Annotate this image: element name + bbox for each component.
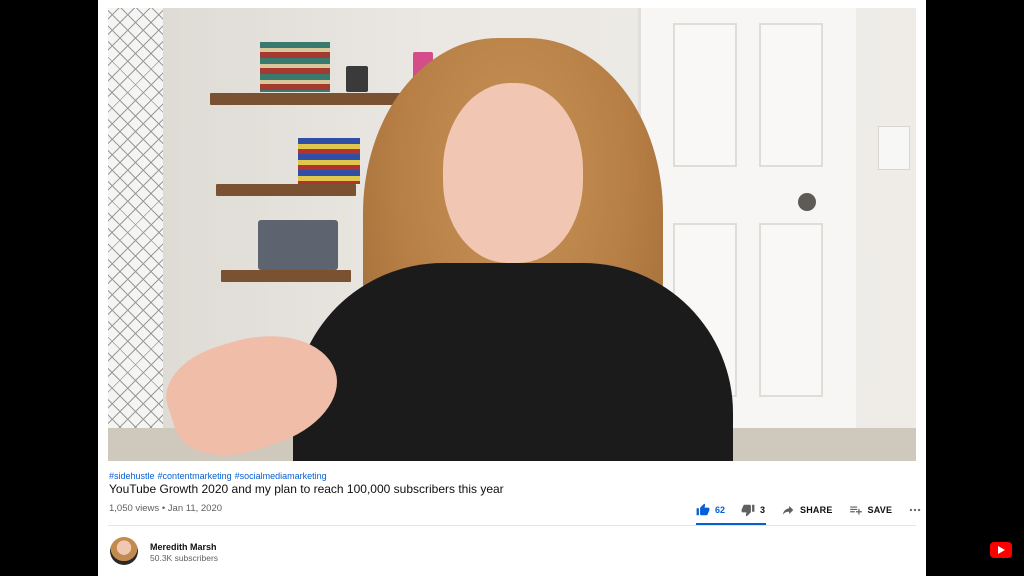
action-bar: 62 3 SHARE SAVE [696,500,926,520]
hashtag-list: #sidehustle #contentmarketing #socialmedia… [109,471,330,481]
save-button[interactable]: SAVE [849,503,893,517]
like-button[interactable]: 62 [696,503,725,517]
view-count: 1,050 views [109,503,160,514]
meta-separator: • [161,503,166,514]
shelf-middle [216,184,356,196]
share-arrow-icon [782,505,794,515]
more-actions-button[interactable] [908,503,926,517]
playlist-add-icon [849,506,862,515]
book-stack-2 [298,138,360,184]
jar [346,66,368,92]
share-label: SHARE [800,505,833,515]
book-stack [260,42,330,92]
dislike-count: 3 [760,505,766,515]
upload-date: Jan 11, 2020 [167,503,223,514]
presenter-sweater [293,263,733,461]
shelf-top [210,93,415,105]
watch-page: #sidehustle #contentmarketing #socialmedia… [98,0,926,576]
shelf-bottom [221,270,351,282]
hashtag-link[interactable]: #contentmarketing [158,471,232,481]
share-button[interactable]: SHARE [781,503,833,517]
more-horizontal-icon [909,508,921,512]
hashtag-link[interactable]: #socialmediamarketing [235,471,327,481]
divider [108,525,916,526]
video-player[interactable] [108,8,916,461]
video-title: YouTube Growth 2020 and my plan to reach… [109,482,504,496]
thumbs-up-icon [696,503,710,516]
presenter-face [443,83,583,263]
thumbs-down-icon [741,504,755,517]
save-label: SAVE [867,505,893,515]
youtube-logo-icon[interactable] [990,542,1012,558]
dislike-button[interactable]: 3 [741,503,765,517]
hashtag-link[interactable]: #sidehustle [109,471,155,481]
door-knob [798,193,816,211]
like-count: 62 [715,505,726,515]
channel-avatar[interactable] [110,537,138,565]
curtain-image [108,8,163,461]
light-switch [878,126,910,170]
channel-name[interactable]: Meredith Marsh [150,542,217,552]
letters-decor [258,220,338,270]
subscriber-count: 50.3K subscribers [150,553,219,563]
video-meta: 1,050 views • Jan 11, 2020 [109,503,222,514]
